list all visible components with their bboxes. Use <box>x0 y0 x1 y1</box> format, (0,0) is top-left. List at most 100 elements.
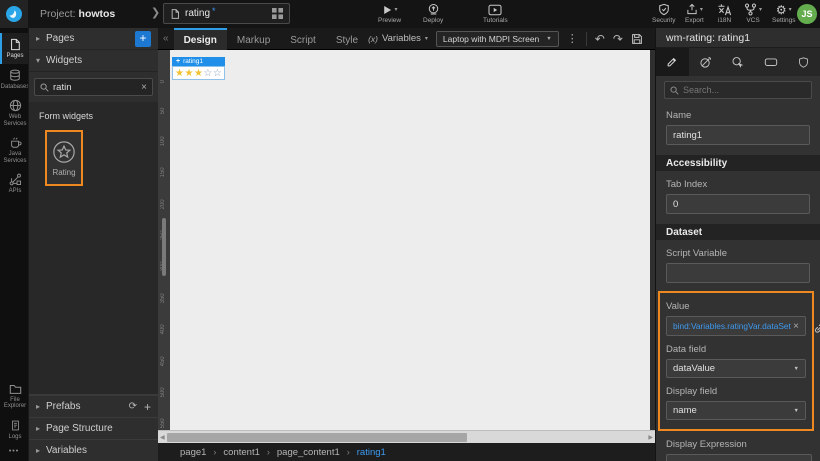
widget-search-box[interactable]: × <box>34 78 153 96</box>
horizontal-scrollbar-thumb[interactable] <box>167 433 467 442</box>
events-icon <box>731 56 744 69</box>
name-input[interactable] <box>673 130 803 141</box>
rail-item-logs[interactable]: Logs <box>0 414 28 445</box>
user-avatar[interactable]: JS <box>797 4 817 24</box>
rail-spacer <box>0 199 28 378</box>
widget-selection-label[interactable]: + rating1 <box>172 57 225 66</box>
design-canvas[interactable]: + rating1 ★★★☆☆ <box>170 50 650 430</box>
page-tab-rating[interactable]: rating * <box>163 3 290 24</box>
tab-script[interactable]: Script <box>280 28 326 50</box>
selected-rating-widget[interactable]: + rating1 ★★★☆☆ <box>172 57 225 80</box>
toolbar-divider <box>586 32 587 46</box>
value-highlight-group: Value bind:Variables.ratingVar.dataSet ×… <box>658 291 814 431</box>
coffee-icon <box>9 136 22 149</box>
rail-item-databases[interactable]: Databases <box>0 64 28 95</box>
wavemaker-logo[interactable] <box>0 0 28 28</box>
save-icon[interactable] <box>631 33 643 45</box>
rating-star-icon <box>52 140 76 164</box>
rail-item-file-explorer[interactable]: File Explorer <box>0 378 28 414</box>
add-prefab-icon[interactable]: + <box>144 400 151 414</box>
canvas-body: 050100150200250300350400450500550 + rati… <box>158 50 655 430</box>
variables-section-header[interactable]: ▸ Variables <box>29 439 158 461</box>
collapse-left-icon[interactable]: « <box>158 33 174 44</box>
tab-events[interactable] <box>722 48 755 76</box>
rail-item-java-services[interactable]: Java Services <box>0 131 28 168</box>
tab-styles[interactable] <box>689 48 722 76</box>
tab-security[interactable] <box>787 48 820 76</box>
bind-link-icon[interactable] <box>813 321 820 333</box>
tab-index-field[interactable] <box>666 194 810 214</box>
properties-search-input[interactable] <box>683 85 806 95</box>
rail-more-button[interactable]: ••• <box>0 444 28 461</box>
tab-design[interactable]: Design <box>174 28 227 50</box>
redo-icon[interactable]: ↷ <box>613 33 623 45</box>
scroll-right-icon[interactable]: ▶ <box>648 434 653 441</box>
properties-body: Name Accessibility Tab Index Dataset Scr… <box>656 102 820 461</box>
vertical-scrollbar-thumb[interactable] <box>162 218 166 276</box>
tutorials-button[interactable]: Tutorials <box>483 3 508 24</box>
security-button[interactable]: Security <box>652 3 675 24</box>
clear-search-icon[interactable]: × <box>141 82 147 93</box>
project-name[interactable]: Project: howtos <box>40 8 115 20</box>
tab-properties[interactable] <box>656 48 689 76</box>
display-expression-field[interactable] <box>666 454 812 461</box>
undo-icon[interactable]: ↶ <box>595 33 605 45</box>
breadcrumb-content1[interactable]: content1 <box>223 447 276 458</box>
script-variable-input[interactable] <box>673 268 803 279</box>
kebab-menu-icon[interactable]: ⋮ <box>567 32 578 45</box>
display-field-select[interactable]: name ▼ <box>666 401 806 420</box>
deploy-cloud-icon <box>427 3 440 16</box>
wavemaker-logo-icon <box>5 5 23 23</box>
value-field[interactable]: bind:Variables.ratingVar.dataSet × <box>666 316 806 336</box>
name-field[interactable] <box>666 125 810 145</box>
rail-item-web-services[interactable]: Web Services <box>0 94 28 131</box>
breadcrumb-page1[interactable]: page1 <box>180 447 223 458</box>
clear-binding-icon[interactable]: × <box>793 321 799 332</box>
rail-item-apis[interactable]: APIs <box>0 168 28 199</box>
widget-search-wrap: × <box>29 72 158 102</box>
breadcrumb-page-content1[interactable]: page_content1 <box>277 447 357 458</box>
deploy-button[interactable]: Deploy <box>423 3 443 24</box>
device-selector[interactable]: Laptop with MDPI Screen ▼ <box>436 31 559 47</box>
tab-devices[interactable] <box>754 48 787 76</box>
widgets-section-header[interactable]: ▾ Widgets <box>29 50 158 72</box>
widget-group-label: Form widgets <box>29 102 158 125</box>
tutorials-video-icon <box>488 4 502 16</box>
scroll-left-icon[interactable]: ◀ <box>160 434 165 441</box>
wavemaker-studio: Project: howtos ❯ rating * ▾ Preview Dep… <box>0 0 820 461</box>
variables-x-icon: (x) <box>368 34 378 44</box>
left-panel: ▸ Pages + ▾ Widgets × Form widgets Ratin… <box>28 28 158 461</box>
rail-item-pages[interactable]: Pages <box>0 33 28 64</box>
rating-stars[interactable]: ★★★☆☆ <box>172 66 225 80</box>
horizontal-scrollbar[interactable]: ◀ ▶ <box>158 430 655 443</box>
export-button[interactable]: ▾ Export <box>685 3 704 24</box>
chevron-right-icon: ▸ <box>36 34 46 43</box>
pages-section-header[interactable]: ▸ Pages + <box>29 28 158 50</box>
page-structure-section-header[interactable]: ▸ Page Structure <box>29 417 158 439</box>
variables-button[interactable]: (x) Variables ▾ <box>368 33 428 44</box>
api-nodes-icon <box>9 173 22 186</box>
gear-icon: ⚙ <box>776 3 787 17</box>
tab-style[interactable]: Style <box>326 28 368 50</box>
chevron-right-icon: ▸ <box>36 446 46 455</box>
settings-button[interactable]: ⚙ ▾ Settings <box>772 3 796 24</box>
vcs-button[interactable]: ▾ VCS <box>744 3 762 24</box>
tab-markup[interactable]: Markup <box>227 28 280 50</box>
page-tab-title: rating <box>185 8 210 19</box>
search-icon <box>40 83 49 92</box>
prefabs-section-header[interactable]: ▸ Prefabs ⟳ + <box>29 395 158 417</box>
script-variable-field[interactable] <box>666 263 810 283</box>
rating-widget-tile[interactable]: Rating <box>45 130 83 186</box>
grid-icon[interactable] <box>272 8 283 19</box>
data-field-select[interactable]: dataValue ▼ <box>666 359 806 378</box>
refresh-icon[interactable]: ⟳ <box>129 401 137 412</box>
breadcrumb-rating1[interactable]: rating1 <box>357 447 386 458</box>
tab-index-input[interactable] <box>673 199 803 210</box>
properties-search-box[interactable] <box>664 81 812 99</box>
add-page-button[interactable]: + <box>135 31 151 47</box>
i18n-button[interactable]: i18N <box>717 3 732 24</box>
display-field-label: Display field <box>666 386 806 397</box>
widget-search-input[interactable] <box>53 82 137 93</box>
preview-button[interactable]: ▾ Preview <box>378 3 401 24</box>
pages-icon <box>9 38 21 51</box>
